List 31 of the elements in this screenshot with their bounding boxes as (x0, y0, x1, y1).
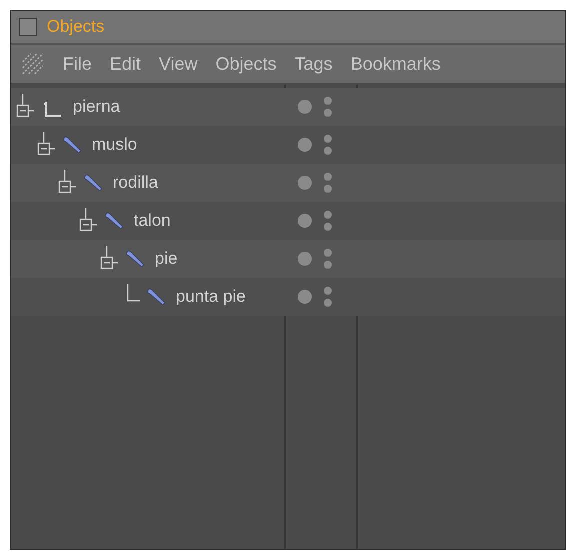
render-dots-icon[interactable] (324, 211, 332, 231)
expand-toggle[interactable] (57, 170, 79, 196)
menu-item[interactable]: Objects (216, 50, 277, 78)
render-dots-icon[interactable] (324, 135, 332, 155)
object-name[interactable]: muslo (92, 132, 138, 158)
expand-toggle[interactable] (36, 132, 58, 158)
object-name[interactable]: talon (134, 208, 171, 234)
bone-icon (104, 211, 126, 231)
expand-toggle[interactable] (15, 94, 37, 120)
object-name[interactable]: punta pie (176, 284, 246, 310)
panel-toggle[interactable] (19, 18, 37, 36)
bone-icon (62, 135, 84, 155)
menu-item[interactable]: Tags (294, 50, 333, 78)
expand-toggle[interactable] (99, 246, 121, 272)
grip-icon[interactable] (21, 52, 45, 76)
render-dots-icon[interactable] (324, 287, 332, 307)
panel-title: Objects (47, 16, 105, 38)
render-dots-icon[interactable] (324, 173, 332, 193)
menu-item[interactable]: Edit (110, 50, 142, 78)
menu-item[interactable]: View (159, 50, 198, 78)
menu-item[interactable]: File (63, 50, 92, 78)
render-dots-icon[interactable] (324, 249, 332, 269)
menu-item[interactable]: Bookmarks (350, 50, 441, 78)
object-name[interactable]: pie (155, 246, 178, 272)
object-name[interactable]: rodilla (113, 170, 158, 196)
object-name[interactable]: pierna (73, 94, 120, 120)
expand-toggle[interactable] (78, 208, 100, 234)
bone-icon (83, 173, 105, 193)
render-dots-icon[interactable] (324, 97, 332, 117)
bone-icon (146, 287, 168, 307)
bone-icon (125, 249, 147, 269)
